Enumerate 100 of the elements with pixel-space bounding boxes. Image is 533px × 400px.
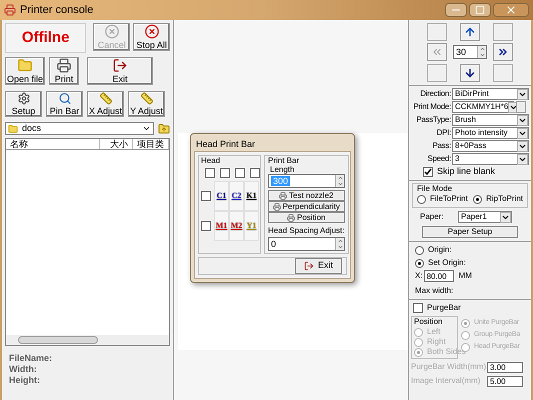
head-label[interactable]: M2 — [229, 211, 244, 241]
dialog-title: Head Print Bar — [195, 138, 256, 151]
printer-icon — [56, 58, 72, 73]
field-label: Image Interval(mm) — [411, 375, 482, 387]
length-label: Length — [269, 165, 296, 174]
radio-button[interactable] — [417, 194, 426, 204]
maximize-icon — [475, 5, 485, 15]
spinner-icon[interactable] — [334, 238, 344, 250]
window-title: Printer console — [20, 2, 94, 18]
close-button[interactable] — [493, 3, 529, 17]
info-label: Width: — [9, 364, 38, 375]
column-header[interactable]: 项目类 — [133, 139, 169, 149]
toolbar-button[interactable]: Stop All — [133, 23, 170, 51]
setting-label: Pass: — [431, 140, 451, 152]
printer-icon — [279, 192, 288, 200]
ruler-icon — [98, 92, 114, 105]
toolbar-button[interactable]: Pin Bar — [46, 91, 83, 117]
maximize-button[interactable] — [469, 3, 491, 17]
step-input[interactable]: 30 — [453, 45, 487, 60]
setting-label: Speed: — [426, 153, 451, 165]
search-icon — [56, 92, 72, 105]
settings-icon — [16, 92, 32, 105]
folder-icon — [17, 58, 33, 73]
folder-icon — [8, 124, 18, 134]
head-label[interactable]: K1 — [244, 181, 259, 211]
field-label: PurgeBar Width(mm) — [411, 361, 487, 373]
exit-button[interactable]: Exit — [294, 258, 342, 274]
checkbox[interactable] — [205, 168, 215, 178]
status-text: Offilne — [22, 28, 70, 48]
head-label[interactable]: C2 — [229, 181, 244, 211]
setting-dropdown[interactable]: Photo intensity — [452, 127, 529, 139]
setting-label: DPI: — [436, 127, 451, 139]
head-label[interactable]: C1 — [214, 181, 229, 211]
setting-dropdown[interactable]: Brush — [452, 114, 529, 126]
column-header[interactable]: 名称 — [6, 139, 100, 149]
checkbox-label: Skip line blank — [437, 165, 496, 178]
setting-label: PassType: — [415, 114, 451, 126]
toolbar-button[interactable]: Y Adjust — [128, 91, 165, 117]
checkbox[interactable] — [423, 167, 433, 177]
x-input[interactable]: 80.00 — [424, 270, 454, 282]
radio-label: Origin: — [428, 244, 452, 256]
radio-label: Set Origin: — [428, 257, 466, 269]
forward-button[interactable] — [492, 43, 513, 62]
printer-icon — [287, 214, 296, 222]
radio-label: Left — [427, 327, 440, 337]
group-title: Position — [414, 317, 444, 327]
group-title: Head — [201, 156, 222, 166]
radio-label: FileToPrint — [430, 193, 468, 205]
print-bar-button[interactable]: Position — [268, 212, 344, 223]
paper-setup-button[interactable]: Paper Setup — [422, 226, 518, 238]
checkbox[interactable] — [235, 168, 245, 178]
setting-dropdown[interactable]: 3 — [452, 153, 529, 165]
folder-dropdown[interactable]: docs — [5, 122, 154, 135]
column-header[interactable]: 大小 — [100, 139, 133, 149]
horizontal-scrollbar[interactable] — [6, 335, 169, 345]
down-arrow-icon — [464, 66, 476, 79]
checkbox[interactable] — [201, 191, 211, 201]
radio-button[interactable] — [415, 258, 424, 268]
toolbar-button[interactable]: Open file — [5, 57, 45, 85]
app-icon — [4, 4, 16, 16]
checkmark-icon — [424, 168, 432, 176]
folder-up-icon[interactable] — [158, 122, 170, 134]
radio-label: Right — [427, 337, 446, 347]
setting-dropdown[interactable]: BiDirPrint — [452, 88, 529, 100]
print-bar-button[interactable]: Test nozzle2 — [268, 190, 344, 201]
setting-label: Direction: — [419, 88, 451, 100]
checkbox[interactable] — [250, 168, 260, 178]
cancel-icon — [104, 24, 120, 39]
x-label: X: — [415, 270, 423, 282]
paper-dropdown[interactable]: Paper1 — [458, 211, 512, 223]
spacing-label: Head Spacing Adjust: — [268, 226, 344, 235]
group-title: File Mode — [417, 184, 454, 193]
toolbar-button[interactable]: Setup — [5, 91, 42, 117]
group-title: Print Bar — [268, 156, 300, 165]
up-arrow-icon — [464, 26, 476, 38]
toolbar-button[interactable]: X Adjust — [87, 91, 124, 117]
printer-icon — [272, 202, 281, 210]
toolbar-button[interactable]: Print — [49, 57, 79, 85]
max-width-label: Max width: — [415, 285, 454, 297]
setting-dropdown[interactable]: 8+0Pass — [452, 140, 529, 152]
spinner-icon[interactable] — [477, 46, 486, 58]
info-label: FileName: — [9, 353, 54, 364]
head-label[interactable]: M1 — [214, 211, 229, 241]
print-bar-button[interactable]: Perpendicularity — [268, 201, 344, 212]
spinner-icon[interactable] — [334, 175, 344, 187]
paper-label: Paper: — [420, 211, 445, 223]
up-button[interactable] — [460, 23, 480, 42]
checkbox[interactable] — [220, 168, 230, 178]
minimize-button[interactable] — [445, 3, 467, 17]
setting-label: Print Mode: — [412, 101, 451, 113]
down-button[interactable] — [460, 64, 480, 82]
radio-button[interactable] — [415, 246, 424, 254]
radio-button[interactable] — [473, 194, 482, 204]
unit-label: MM — [458, 270, 472, 282]
spacing-input[interactable]: 0 — [268, 237, 344, 251]
toolbar-button[interactable]: Exit — [87, 57, 153, 85]
exit-icon — [304, 261, 314, 271]
setting-dropdown[interactable]: CCKMMY1H*6 — [452, 101, 514, 113]
radio-label: Both Sides — [427, 347, 466, 357]
checkbox[interactable] — [201, 221, 211, 231]
